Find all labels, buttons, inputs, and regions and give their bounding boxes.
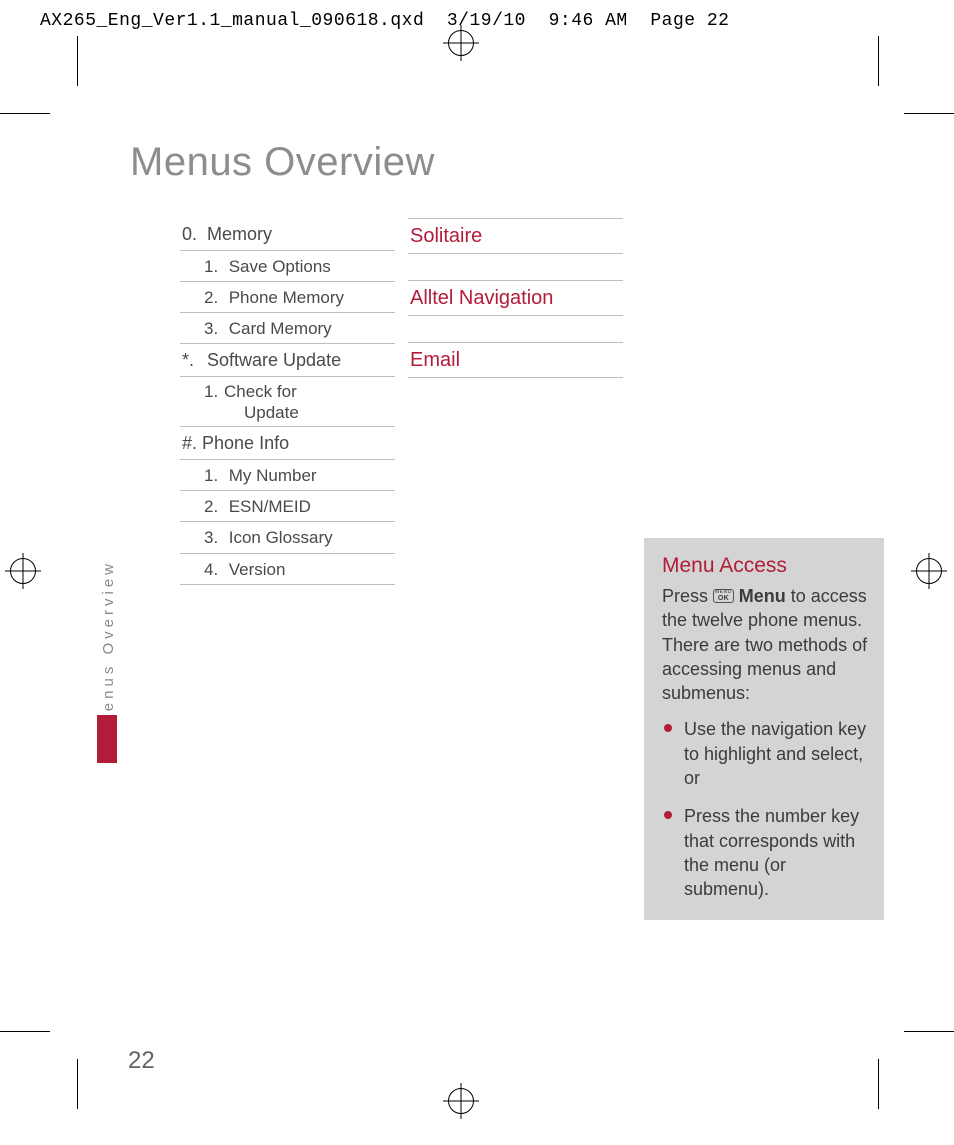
side-running-head: Menus Overview: [100, 560, 117, 728]
crop-mark-icon: [77, 1059, 78, 1109]
slug-time: 9:46 AM: [549, 11, 628, 31]
list-item: 1. Save Options: [180, 251, 395, 282]
crop-mark-icon: [878, 36, 879, 86]
registration-mark-icon: [10, 558, 36, 584]
slug-filename: AX265_Eng_Ver1.1_manual_090618.qxd: [40, 11, 424, 31]
prepress-slug: AX265_Eng_Ver1.1_manual_090618.qxd 3/19/…: [40, 11, 934, 31]
menu-access-box: Menu Access Press MENUOK Menu to access …: [644, 538, 884, 920]
box-intro: Press MENUOK Menu to access the twelve p…: [662, 584, 870, 705]
list-item: 1.Check forUpdate: [180, 377, 395, 428]
list-item: 0. Memory: [180, 218, 395, 251]
list-item: 3. Card Memory: [180, 313, 395, 344]
side-accent-block: [97, 715, 117, 763]
section-heading: Alltel Navigation: [408, 280, 623, 316]
list-item: 1. My Number: [180, 460, 395, 491]
list-item: *. Software Update: [180, 344, 395, 377]
list-item: 2. Phone Memory: [180, 282, 395, 313]
crop-mark-icon: [0, 113, 50, 114]
crop-mark-icon: [0, 1031, 50, 1032]
section-heading: Solitaire: [408, 218, 623, 254]
menu-list-right: Solitaire Alltel Navigation Email: [408, 218, 623, 404]
list-item: 2. ESN/MEID: [180, 491, 395, 522]
list-item: #. Phone Info: [180, 427, 395, 460]
menu-list-left: 0. Memory1. Save Options2. Phone Memory3…: [180, 218, 395, 585]
crop-mark-icon: [904, 113, 954, 114]
box-title: Menu Access: [662, 554, 870, 578]
crop-mark-icon: [904, 1031, 954, 1032]
crop-mark-icon: [77, 36, 78, 86]
box-bullet-list: Use the navigation key to highlight and …: [662, 717, 870, 901]
section-heading: Email: [408, 342, 623, 378]
slug-page: Page 22: [650, 11, 729, 31]
slug-date: 3/19/10: [447, 11, 526, 31]
box-menu-word: Menu: [739, 586, 786, 606]
list-item: Press the number key that corresponds wi…: [662, 804, 870, 901]
registration-mark-icon: [448, 1088, 474, 1114]
list-item: Use the navigation key to highlight and …: [662, 717, 870, 790]
list-item: 3. Icon Glossary: [180, 522, 395, 553]
page-title: Menus Overview: [130, 140, 435, 185]
ok-key-icon: MENUOK: [713, 589, 734, 603]
registration-mark-icon: [448, 30, 474, 56]
crop-mark-icon: [878, 1059, 879, 1109]
registration-mark-icon: [916, 558, 942, 584]
page-number: 22: [128, 1047, 155, 1075]
list-item: 4. Version: [180, 554, 395, 585]
